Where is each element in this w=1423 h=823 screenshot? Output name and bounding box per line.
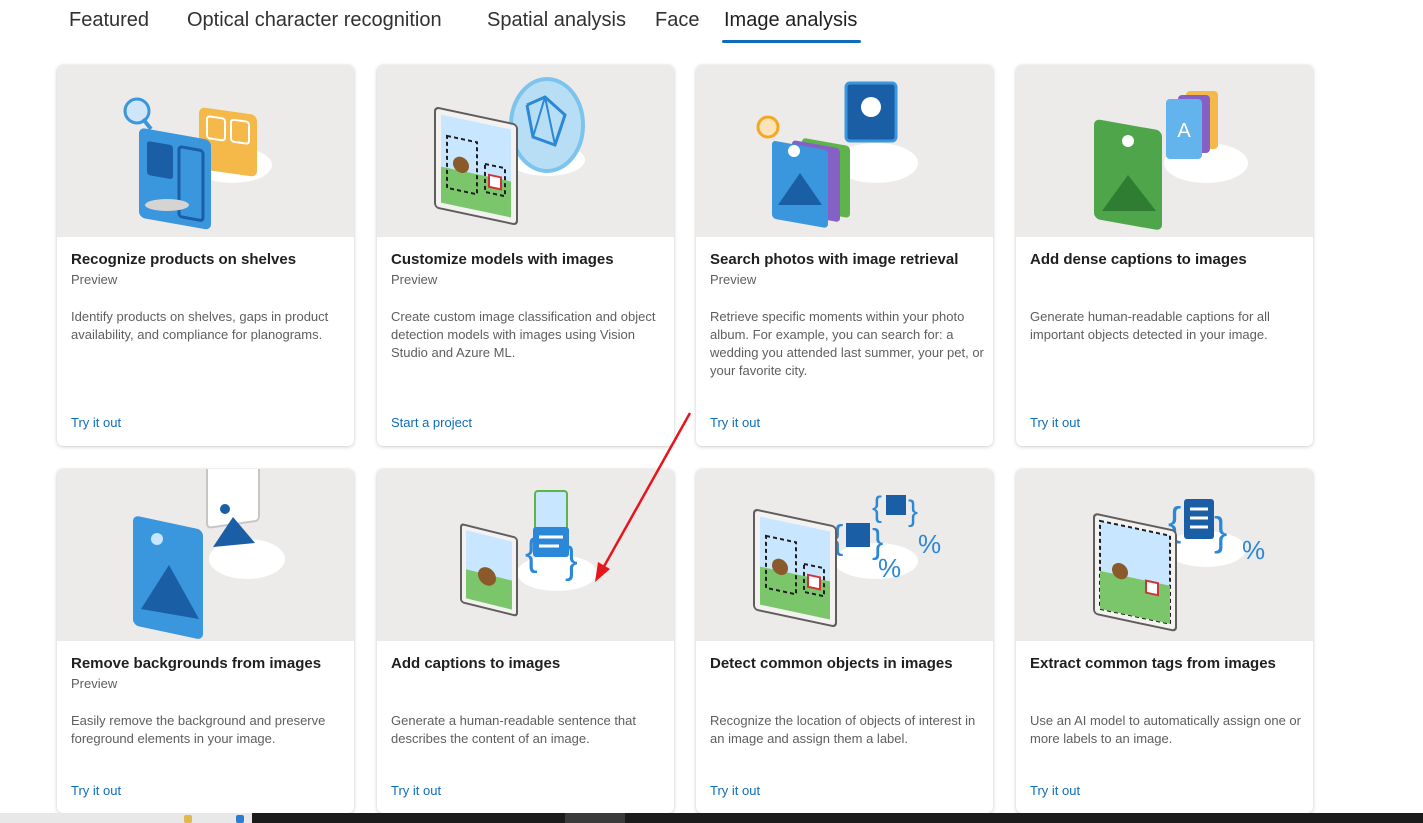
card-title: Extract common tags from images <box>1030 655 1276 672</box>
card-description: Generate human-readable captions for all… <box>1030 309 1270 342</box>
svg-text:}: } <box>565 540 578 582</box>
card-search-photos[interactable]: Search photos with image retrieval Previ… <box>696 65 993 446</box>
card-description: Create custom image classification and o… <box>391 309 656 360</box>
card-description: Generate a human-readable sentence that … <box>391 713 637 746</box>
try-it-out-link[interactable]: Try it out <box>1030 783 1080 798</box>
app-icon[interactable] <box>236 815 244 823</box>
custom-model-icon <box>377 65 674 237</box>
svg-text:}: } <box>908 495 918 528</box>
tags-icon: { } % <box>1016 469 1313 641</box>
tab-image-analysis[interactable]: Image analysis <box>724 6 857 34</box>
card-extract-tags[interactable]: { } % Extract common tags from images Us… <box>1016 469 1313 813</box>
card-dense-captions[interactable]: A Add dense captions to images Generate … <box>1016 65 1313 446</box>
card-recognize-products[interactable]: Recognize products on shelves Preview Id… <box>57 65 354 446</box>
try-it-out-link[interactable]: Try it out <box>710 783 760 798</box>
try-it-out-link[interactable]: Try it out <box>1030 415 1080 430</box>
remove-background-icon <box>57 469 354 641</box>
tab-featured[interactable]: Featured <box>69 6 149 34</box>
card-title: Customize models with images <box>391 251 614 268</box>
card-remove-backgrounds[interactable]: Remove backgrounds from images Preview E… <box>57 469 354 813</box>
svg-text:{: { <box>525 532 538 574</box>
svg-text:{: { <box>872 491 882 524</box>
try-it-out-link[interactable]: Try it out <box>71 415 121 430</box>
svg-text:A: A <box>1177 120 1191 142</box>
preview-badge: Preview <box>710 272 757 287</box>
svg-text:%: % <box>1242 535 1265 565</box>
captions-icon: { } <box>377 469 674 641</box>
category-tabs: Featured Optical character recognition S… <box>0 0 1423 50</box>
dense-captions-icon: A <box>1016 65 1313 237</box>
preview-badge: Preview <box>71 272 118 287</box>
preview-badge: Preview <box>391 272 438 287</box>
card-description: Recognize the location of objects of int… <box>710 713 976 746</box>
card-title: Search photos with image retrieval <box>710 251 959 268</box>
card-title: Add captions to images <box>391 655 561 672</box>
try-it-out-link[interactable]: Try it out <box>71 783 121 798</box>
active-tab-indicator <box>722 40 861 43</box>
start-a-project-link[interactable]: Start a project <box>391 415 472 430</box>
taskbar-active-app[interactable] <box>565 813 625 823</box>
card-description: Identify products on shelves, gaps in pr… <box>71 309 329 342</box>
card-add-captions[interactable]: { } Add captions to images Generate a hu… <box>377 469 674 813</box>
taskbar <box>0 813 1423 823</box>
card-description: Use an AI model to automatically assign … <box>1030 713 1301 746</box>
tab-face[interactable]: Face <box>655 6 699 34</box>
card-title: Add dense captions to images <box>1030 251 1247 268</box>
svg-text:%: % <box>878 553 901 583</box>
card-customize-models[interactable]: Customize models with images Preview Cre… <box>377 65 674 446</box>
product-shelf-icon <box>57 65 354 237</box>
object-detection-icon: { } { } % % <box>696 469 993 641</box>
card-detect-objects[interactable]: { } { } % % Detect common objects in ima… <box>696 469 993 813</box>
svg-text:}: } <box>1214 510 1227 554</box>
taskbar-left-area <box>0 813 252 823</box>
folder-icon[interactable] <box>184 815 192 823</box>
tab-optical-character-recognition[interactable]: Optical character recognition <box>187 6 442 34</box>
svg-text:%: % <box>918 529 941 559</box>
card-description: Easily remove the background and preserv… <box>71 713 326 746</box>
card-description: Retrieve specific moments within your ph… <box>710 309 984 378</box>
preview-badge: Preview <box>71 676 118 691</box>
photo-search-icon <box>696 65 993 237</box>
card-title: Remove backgrounds from images <box>71 655 322 672</box>
try-it-out-link[interactable]: Try it out <box>710 415 760 430</box>
try-it-out-link[interactable]: Try it out <box>391 783 441 798</box>
card-title: Detect common objects in images <box>710 655 953 672</box>
tab-spatial-analysis[interactable]: Spatial analysis <box>487 6 626 34</box>
card-title: Recognize products on shelves <box>71 251 297 268</box>
